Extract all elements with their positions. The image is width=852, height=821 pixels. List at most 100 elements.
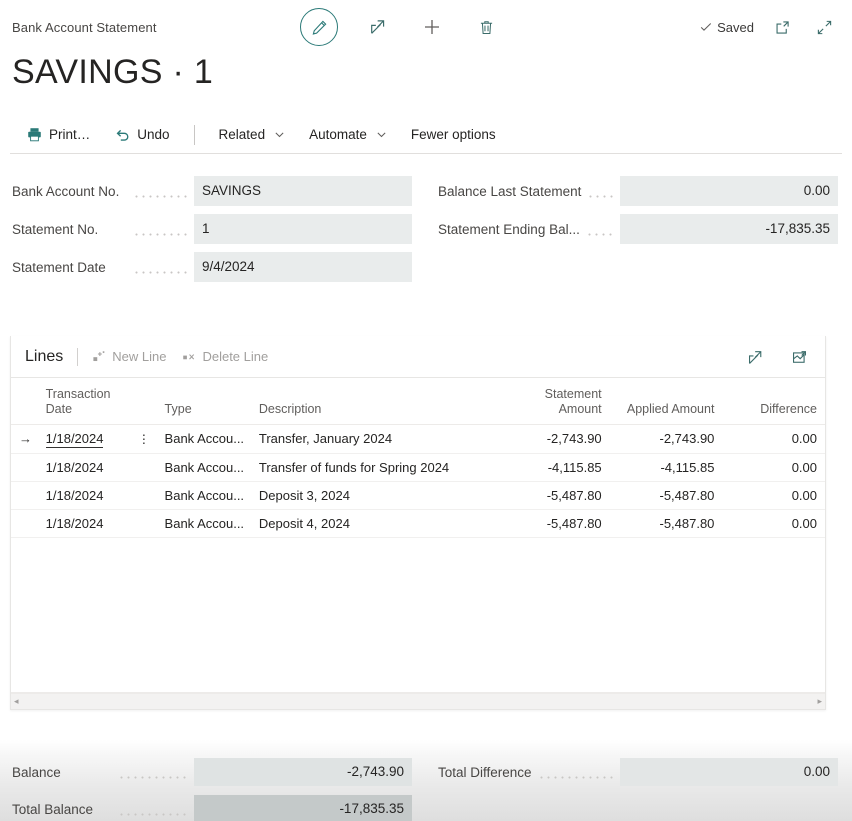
statement-no-input[interactable]: 1 bbox=[194, 214, 412, 244]
cell-statement-amount[interactable]: -4,115.85 bbox=[497, 453, 610, 481]
expand-full-screen-button[interactable] bbox=[810, 13, 838, 41]
delete-button[interactable] bbox=[472, 13, 500, 41]
row-menu-button[interactable]: ⋮ bbox=[130, 424, 157, 453]
action-ribbon: Print… Undo Related Automate bbox=[10, 116, 842, 154]
open-in-new-window-button[interactable] bbox=[768, 13, 796, 41]
row-menu-button[interactable] bbox=[130, 481, 157, 509]
totals-footer: Balance -2,743.90 Total Balance -17,835.… bbox=[0, 740, 852, 821]
new-line-icon bbox=[92, 350, 106, 364]
trash-icon bbox=[478, 19, 495, 36]
grid-header-menu bbox=[130, 378, 157, 424]
open-in-new-window-icon bbox=[774, 19, 791, 36]
field-label: Bank Account No. bbox=[12, 184, 127, 199]
cell-description[interactable]: Transfer of funds for Spring 2024 bbox=[251, 453, 497, 481]
row-selector[interactable] bbox=[11, 453, 38, 481]
cell-type[interactable]: Bank Accou... bbox=[157, 453, 251, 481]
field-balance-last-statement: Balance Last Statement 0.00 bbox=[438, 176, 838, 206]
row-selector[interactable] bbox=[11, 481, 38, 509]
lines-divider bbox=[77, 348, 78, 366]
field-statement-date: Statement Date 9/4/2024 bbox=[12, 252, 412, 282]
header-line2: Applied Amount bbox=[627, 402, 715, 416]
general-fields-right-column: Balance Last Statement 0.00 Statement En… bbox=[438, 176, 838, 252]
grid-header-applied-amount[interactable]: Applied Amount bbox=[610, 378, 723, 424]
open-in-excel-button[interactable] bbox=[785, 343, 813, 371]
field-statement-no: Statement No. 1 bbox=[12, 214, 412, 244]
cell-description[interactable]: Transfer, January 2024 bbox=[251, 424, 497, 453]
scroll-left-arrow-icon[interactable]: ◂ bbox=[14, 697, 19, 706]
cell-type[interactable]: Bank Accou... bbox=[157, 424, 251, 453]
automate-menu[interactable]: Automate bbox=[297, 119, 399, 151]
open-in-excel-icon bbox=[791, 349, 808, 366]
grid-header-type[interactable]: Type bbox=[157, 378, 251, 424]
cell-applied-amount[interactable]: -5,487.80 bbox=[610, 481, 723, 509]
related-menu[interactable]: Related bbox=[207, 119, 298, 151]
cell-type[interactable]: Bank Accou... bbox=[157, 509, 251, 537]
delete-line-button[interactable]: Delete Line bbox=[182, 349, 268, 364]
undo-button[interactable]: Undo bbox=[102, 119, 181, 151]
expand-full-screen-icon bbox=[816, 19, 833, 36]
cell-statement-amount[interactable]: -2,743.90 bbox=[497, 424, 610, 453]
statement-date-input[interactable]: 9/4/2024 bbox=[194, 252, 412, 282]
cell-statement-amount[interactable]: -5,487.80 bbox=[497, 509, 610, 537]
balance-last-statement-input[interactable]: 0.00 bbox=[620, 176, 838, 206]
row-selector[interactable]: → bbox=[11, 424, 38, 453]
cell-difference[interactable]: 0.00 bbox=[722, 509, 825, 537]
grid-header-transaction-date[interactable]: Transaction Date bbox=[38, 378, 130, 424]
table-row[interactable]: 1/18/2024 Bank Accou... Deposit 3, 2024 … bbox=[11, 481, 825, 509]
cell-description[interactable]: Deposit 3, 2024 bbox=[251, 481, 497, 509]
cell-transaction-date[interactable]: 1/18/2024 bbox=[38, 453, 130, 481]
lines-header-icons bbox=[741, 336, 813, 378]
lines-share-button[interactable] bbox=[741, 343, 769, 371]
cell-difference[interactable]: 0.00 bbox=[722, 481, 825, 509]
grid-header-row: Transaction Date Type Description Statem… bbox=[11, 378, 825, 424]
cell-applied-amount[interactable]: -5,487.80 bbox=[610, 509, 723, 537]
table-row[interactable]: 1/18/2024 Bank Accou... Transfer of fund… bbox=[11, 453, 825, 481]
breadcrumb[interactable]: Bank Account Statement bbox=[12, 20, 157, 35]
plus-icon bbox=[422, 17, 442, 37]
dot-leader bbox=[587, 185, 614, 198]
share-icon bbox=[747, 349, 764, 366]
lines-card: Lines New Line bbox=[10, 336, 826, 710]
share-button[interactable] bbox=[364, 13, 392, 41]
row-menu-button[interactable] bbox=[130, 453, 157, 481]
fewer-options-button[interactable]: Fewer options bbox=[399, 119, 508, 151]
header-line1: Transaction bbox=[46, 387, 111, 401]
cell-applied-amount[interactable]: -2,743.90 bbox=[610, 424, 723, 453]
row-menu-button[interactable] bbox=[130, 509, 157, 537]
cell-transaction-date[interactable]: 1/18/2024 bbox=[38, 424, 130, 453]
cell-difference[interactable]: 0.00 bbox=[722, 453, 825, 481]
cell-transaction-date[interactable]: 1/18/2024 bbox=[38, 481, 130, 509]
undo-arrow-icon bbox=[114, 126, 131, 143]
table-row[interactable]: → 1/18/2024 ⋮ Bank Accou... Transfer, Ja… bbox=[11, 424, 825, 453]
field-label: Statement Date bbox=[12, 260, 127, 275]
grid-header-statement-amount[interactable]: Statement Amount bbox=[497, 378, 610, 424]
grid-header-difference[interactable]: Difference bbox=[722, 378, 825, 424]
statement-ending-balance-input[interactable]: -17,835.35 bbox=[620, 214, 838, 244]
scroll-right-arrow-icon[interactable]: ▸ bbox=[817, 697, 822, 706]
print-button[interactable]: Print… bbox=[26, 119, 102, 151]
cell-transaction-date[interactable]: 1/18/2024 bbox=[38, 509, 130, 537]
cell-applied-amount[interactable]: -4,115.85 bbox=[610, 453, 723, 481]
field-label: Statement Ending Bal... bbox=[438, 222, 580, 237]
ribbon-divider bbox=[194, 125, 195, 145]
new-button[interactable] bbox=[418, 13, 446, 41]
cell-description[interactable]: Deposit 4, 2024 bbox=[251, 509, 497, 537]
table-row[interactable]: 1/18/2024 Bank Accou... Deposit 4, 2024 … bbox=[11, 509, 825, 537]
cell-type[interactable]: Bank Accou... bbox=[157, 481, 251, 509]
grid-horizontal-scrollbar[interactable]: ◂ ▸ bbox=[11, 693, 825, 709]
field-total-balance: Total Balance -17,835.35 bbox=[12, 795, 412, 821]
grid-header-description[interactable]: Description bbox=[251, 378, 497, 424]
delete-line-label: Delete Line bbox=[202, 349, 268, 364]
cell-statement-amount[interactable]: -5,487.80 bbox=[497, 481, 610, 509]
row-selector[interactable] bbox=[11, 509, 38, 537]
undo-label: Undo bbox=[137, 127, 169, 142]
bank-account-no-input[interactable]: SAVINGS bbox=[194, 176, 412, 206]
cell-difference[interactable]: 0.00 bbox=[722, 424, 825, 453]
dot-leader bbox=[118, 766, 188, 779]
dot-leader bbox=[118, 803, 188, 816]
field-label: Total Difference bbox=[438, 765, 532, 780]
field-balance: Balance -2,743.90 bbox=[12, 758, 412, 786]
edit-button[interactable] bbox=[300, 8, 338, 46]
new-line-button[interactable]: New Line bbox=[92, 349, 166, 364]
field-label: Balance Last Statement bbox=[438, 184, 581, 199]
